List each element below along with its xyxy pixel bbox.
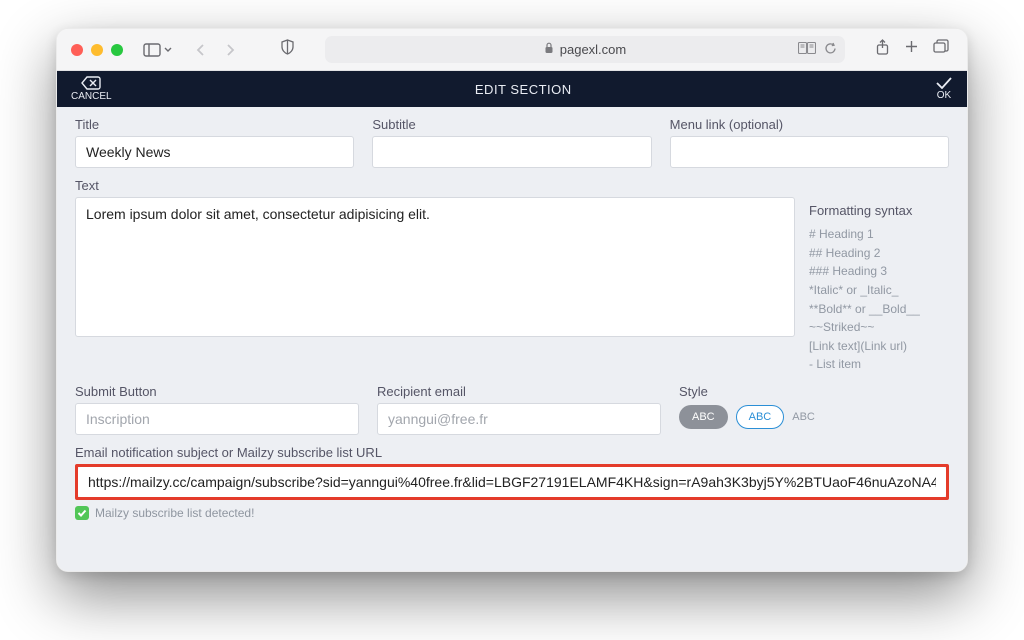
submit-button-input[interactable] <box>75 403 359 435</box>
recipient-email-input[interactable] <box>377 403 661 435</box>
menulink-input[interactable] <box>670 136 949 168</box>
title-input[interactable] <box>75 136 354 168</box>
ok-button[interactable]: OK <box>935 77 953 101</box>
lock-icon <box>544 42 554 57</box>
subtitle-label: Subtitle <box>372 117 651 132</box>
style-option-dark[interactable]: ABC <box>679 405 728 429</box>
submit-button-label: Submit Button <box>75 384 359 399</box>
mailzy-url-label: Email notification subject or Mailzy sub… <box>75 445 949 460</box>
formatting-hint: *Italic* or _Italic_ <box>809 281 949 300</box>
reader-icon[interactable] <box>798 42 816 57</box>
sidebar-toggle-button[interactable] <box>143 43 172 57</box>
browser-chrome: pagexl.com <box>57 29 967 71</box>
formatting-hint: - List item <box>809 355 949 374</box>
mailzy-url-input[interactable] <box>78 467 946 497</box>
forward-button[interactable] <box>218 39 242 61</box>
tabs-icon[interactable] <box>933 39 949 61</box>
formatting-syntax-panel: Formatting syntax # Heading 1 ## Heading… <box>809 197 949 374</box>
form-content: Title Subtitle Menu link (optional) Text… <box>57 107 967 571</box>
edit-section-header: CANCEL EDIT SECTION OK <box>57 71 967 107</box>
formatting-hint: ### Heading 3 <box>809 262 949 281</box>
url-host: pagexl.com <box>560 42 626 57</box>
title-label: Title <box>75 117 354 132</box>
minimize-window-button[interactable] <box>91 44 103 56</box>
formatting-hint: # Heading 1 <box>809 225 949 244</box>
address-bar[interactable]: pagexl.com <box>325 36 845 63</box>
mailzy-detected-message: Mailzy subscribe list detected! <box>75 506 949 520</box>
back-button[interactable] <box>188 39 212 61</box>
privacy-shield-icon[interactable] <box>280 39 295 60</box>
menulink-label: Menu link (optional) <box>670 117 949 132</box>
style-options: ABC ABC ABC <box>679 405 949 429</box>
style-label: Style <box>679 384 949 399</box>
formatting-hint: ## Heading 2 <box>809 244 949 263</box>
browser-window: pagexl.com CANCE <box>56 28 968 572</box>
close-window-button[interactable] <box>71 44 83 56</box>
check-icon <box>75 506 89 520</box>
formatting-hint: [Link text](Link url) <box>809 337 949 356</box>
text-label: Text <box>75 178 949 193</box>
header-title: EDIT SECTION <box>475 82 572 97</box>
reload-icon[interactable] <box>824 42 837 58</box>
recipient-email-label: Recipient email <box>377 384 661 399</box>
formatting-title: Formatting syntax <box>809 201 949 221</box>
formatting-hint: ~~Striked~~ <box>809 318 949 337</box>
share-icon[interactable] <box>875 39 890 61</box>
mailzy-url-highlight <box>75 464 949 500</box>
text-textarea[interactable] <box>75 197 795 337</box>
style-option-outline[interactable]: ABC <box>736 405 785 429</box>
cancel-button[interactable]: CANCEL <box>71 76 112 102</box>
zoom-window-button[interactable] <box>111 44 123 56</box>
window-controls <box>71 44 123 56</box>
new-tab-icon[interactable] <box>904 39 919 61</box>
subtitle-input[interactable] <box>372 136 651 168</box>
formatting-hint: **Bold** or __Bold__ <box>809 300 949 319</box>
style-option-plain[interactable]: ABC <box>792 411 815 423</box>
